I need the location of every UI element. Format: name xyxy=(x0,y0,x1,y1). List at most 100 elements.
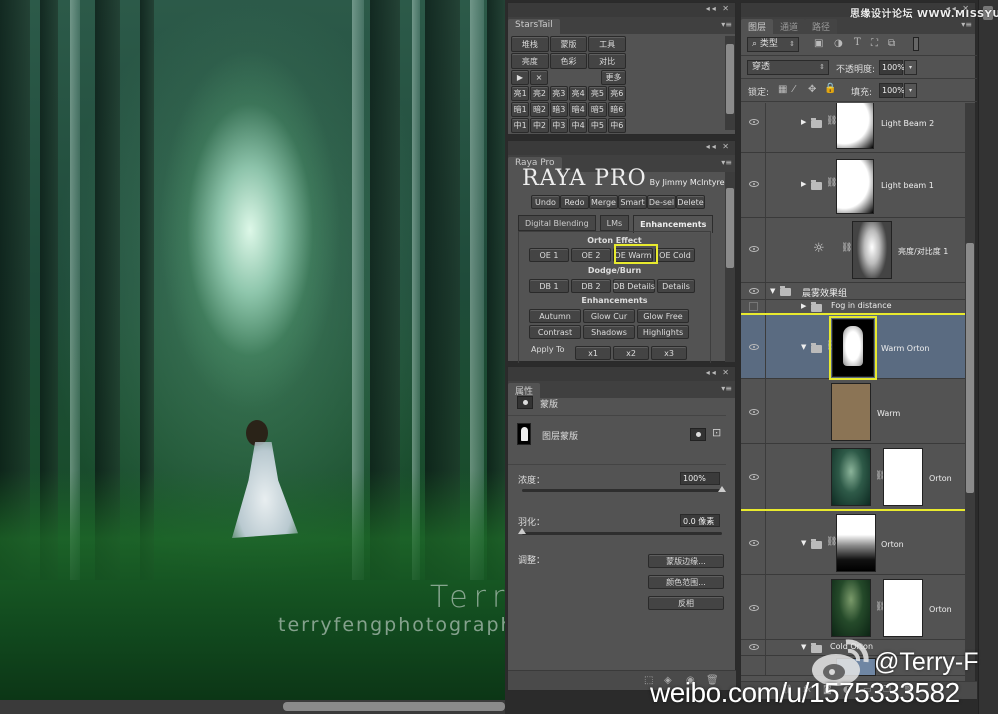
panel-menu-icon[interactable]: ▾≡ xyxy=(721,20,732,29)
feather-slider[interactable] xyxy=(522,532,722,535)
smart-object-filter-icon[interactable]: ⧉ xyxy=(888,38,895,49)
starstail-more-button[interactable]: 更多 xyxy=(601,70,626,85)
density-slider[interactable] xyxy=(522,489,722,492)
tab-layers[interactable]: 图层 xyxy=(741,19,774,34)
starstail-luminosity-button[interactable]: 亮度 xyxy=(511,53,549,69)
lights-5-button[interactable]: 亮5 xyxy=(588,86,607,101)
eye-icon[interactable] xyxy=(749,344,759,350)
layer-group-row[interactable]: ▼ 晨雾效果组 xyxy=(741,283,967,300)
lock-image-icon[interactable]: ⁄ xyxy=(793,84,795,95)
layers-vertical-scrollbar[interactable] xyxy=(965,103,975,683)
eye-icon[interactable] xyxy=(749,181,759,187)
tab-lms[interactable]: LMs xyxy=(599,215,630,231)
tab-channels[interactable]: 通道 xyxy=(773,19,806,34)
autumn-button[interactable]: Autumn xyxy=(529,309,581,323)
layer-name[interactable]: 晨雾效果组 xyxy=(802,286,847,299)
shape-filter-icon[interactable]: ⛶ xyxy=(871,38,878,49)
db-1-button[interactable]: DB 1 xyxy=(529,279,569,293)
scrollbar-thumb[interactable] xyxy=(966,243,974,493)
contrast-button[interactable]: Contrast xyxy=(529,325,581,339)
smart-button[interactable]: Smart xyxy=(618,195,647,209)
fill-dropdown[interactable]: ▾ xyxy=(904,83,917,98)
glow-cur-button[interactable]: Glow Cur xyxy=(583,309,635,323)
close-icon[interactable]: × xyxy=(530,70,548,85)
eye-icon[interactable] xyxy=(749,644,759,650)
lock-position-icon[interactable]: ✥ xyxy=(808,84,816,95)
lights-1-button[interactable]: 亮1 xyxy=(511,86,530,101)
color-fill-thumbnail[interactable] xyxy=(831,383,871,441)
eye-icon[interactable] xyxy=(749,605,759,611)
layer-mask-thumbnail[interactable] xyxy=(883,448,923,506)
scrollbar-thumb[interactable] xyxy=(726,188,734,268)
layer-group-row[interactable]: ▶ Fog in distance xyxy=(741,300,967,314)
starstail-tools-button[interactable]: 工具 xyxy=(588,36,627,52)
canvas-horizontal-scrollbar[interactable] xyxy=(0,700,505,714)
layer-mask-thumbnail[interactable] xyxy=(832,319,874,377)
document-canvas[interactable]: Terry F terryfengphotography.lofter.com xyxy=(0,0,505,700)
darks-1-button[interactable]: 暗1 xyxy=(511,102,530,117)
layer-group-row-selected[interactable]: ▼ ⛓ Warm Orton xyxy=(741,314,967,379)
darks-2-button[interactable]: 暗2 xyxy=(530,102,549,117)
mids-6-button[interactable]: 中6 xyxy=(607,118,626,133)
eye-icon[interactable] xyxy=(749,119,759,125)
type-filter-icon[interactable]: T xyxy=(854,37,861,48)
eye-icon[interactable] xyxy=(749,246,759,252)
mids-3-button[interactable]: 中3 xyxy=(549,118,568,133)
collapse-close-icon[interactable]: ◂◂ ✕ xyxy=(706,4,731,13)
blend-mode-select[interactable]: 穿透 ⇕ xyxy=(747,60,829,75)
select-mask-icon[interactable] xyxy=(690,428,706,441)
layer-name[interactable]: 亮度/对比度 1 xyxy=(898,246,948,257)
expand-triangle-icon[interactable]: ▶ xyxy=(801,180,806,188)
layer-mask-thumbnail[interactable] xyxy=(836,514,876,572)
darks-6-button[interactable]: 暗6 xyxy=(607,102,626,117)
link-icon[interactable]: ⛓ xyxy=(841,243,852,253)
details-button[interactable]: Details xyxy=(657,279,695,293)
redo-button[interactable]: Redo xyxy=(560,195,589,209)
oe-cold-button[interactable]: OE Cold xyxy=(655,248,695,262)
highlights-button[interactable]: Highlights xyxy=(637,325,689,339)
filter-kind-select[interactable]: ⌕ 类型 ⇕ xyxy=(747,37,799,52)
layer-mask-thumbnail[interactable] xyxy=(852,221,892,279)
layer-group-row[interactable]: ▼ ⛓ Orton xyxy=(741,510,967,575)
collapse-triangle-icon[interactable]: ▼ xyxy=(770,287,775,295)
layer-row[interactable]: ⛓ Orton xyxy=(741,575,967,640)
eye-icon[interactable] xyxy=(749,540,759,546)
shadows-button[interactable]: Shadows xyxy=(583,325,635,339)
layer-name[interactable]: Orton xyxy=(929,474,952,483)
panel-menu-icon[interactable]: ▾≡ xyxy=(961,20,972,29)
darks-5-button[interactable]: 暗5 xyxy=(588,102,607,117)
layer-mask-thumbnail[interactable] xyxy=(836,159,874,214)
lock-transparent-icon[interactable]: ▦ xyxy=(778,84,787,95)
eye-icon[interactable] xyxy=(749,288,759,294)
filter-toggle[interactable] xyxy=(913,37,919,51)
collapse-triangle-icon[interactable]: ▼ xyxy=(801,343,806,351)
color-range-button[interactable]: 颜色范围... xyxy=(648,575,724,589)
starstail-contrast-button[interactable]: 对比 xyxy=(588,53,627,69)
layer-name[interactable]: Orton xyxy=(929,605,952,614)
oe-warm-button[interactable]: OE Warm xyxy=(613,248,653,262)
layer-name[interactable]: Warm Orton xyxy=(881,344,929,353)
layer-row[interactable]: ▶ ⛓ Light beam 1 xyxy=(741,153,967,218)
oe-2-button[interactable]: OE 2 xyxy=(571,248,611,262)
apply-x2-button[interactable]: x2 xyxy=(613,346,649,360)
darks-3-button[interactable]: 暗3 xyxy=(549,102,568,117)
layer-image-thumbnail[interactable] xyxy=(831,579,871,637)
layer-mask-thumbnail[interactable] xyxy=(883,579,923,637)
density-slider-thumb[interactable] xyxy=(718,486,726,492)
expand-triangle-icon[interactable]: ▶ xyxy=(801,302,806,310)
layer-row[interactable]: ▶ ⛓ Light Beam 2 xyxy=(741,103,967,153)
mids-2-button[interactable]: 中2 xyxy=(530,118,549,133)
layer-name[interactable]: Light Beam 2 xyxy=(881,119,934,128)
layer-row[interactable]: ☼ ⛓ 亮度/对比度 1 xyxy=(741,218,967,283)
collapse-close-icon[interactable]: ◂◂ ✕ xyxy=(706,142,731,151)
mids-1-button[interactable]: 中1 xyxy=(511,118,530,133)
db-2-button[interactable]: DB 2 xyxy=(571,279,611,293)
scrollbar-thumb[interactable] xyxy=(283,702,505,711)
delete-button[interactable]: Delete xyxy=(676,195,705,209)
expand-triangle-icon[interactable]: ▶ xyxy=(801,118,806,126)
vector-mask-icon[interactable]: ⊡ xyxy=(712,426,721,439)
invert-button[interactable]: 反相 xyxy=(648,596,724,610)
feather-input[interactable]: 0.0 像素 xyxy=(680,514,720,527)
starstail-stack-button[interactable]: 堆栈 xyxy=(511,36,549,52)
density-input[interactable]: 100% xyxy=(680,472,720,485)
